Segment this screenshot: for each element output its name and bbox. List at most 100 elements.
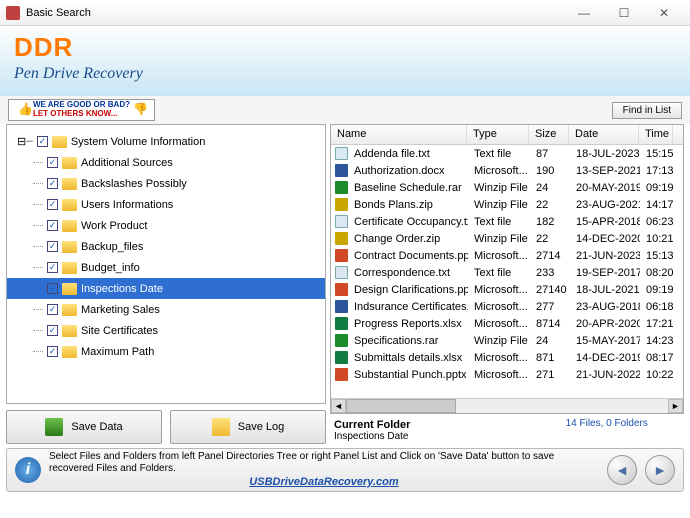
close-button[interactable]: ✕	[644, 3, 684, 23]
find-in-list-button[interactable]: Find in List	[612, 102, 682, 119]
header-name[interactable]: Name	[331, 125, 467, 144]
file-list[interactable]: Name Type Size Date Time Addenda file.tx…	[330, 124, 684, 414]
file-date: 18-JUL-2023	[570, 148, 640, 160]
file-type-icon	[335, 232, 348, 245]
folder-tree[interactable]: ⊟┈ ✓ System Volume Information ✓Addition…	[6, 124, 326, 404]
horizontal-scrollbar[interactable]: ◄ ►	[331, 398, 683, 413]
file-time: 08:17	[640, 352, 674, 364]
file-date: 19-SEP-2017	[570, 267, 640, 279]
tree-node[interactable]: ✓Budget_info	[7, 257, 325, 278]
file-row[interactable]: Indsurance Certificates.d...Microsoft...…	[331, 298, 683, 315]
current-folder-panel: Current Folder Inspections Date	[330, 417, 523, 444]
tree-node[interactable]: ✓ Marketing Sales	[7, 299, 325, 320]
file-time: 15:13	[640, 250, 674, 262]
checkbox-icon[interactable]: ✓	[47, 325, 58, 336]
minimize-button[interactable]: —	[564, 3, 604, 23]
file-name: Indsurance Certificates.d...	[348, 301, 468, 313]
tree-node-label: Marketing Sales	[81, 304, 160, 316]
save-log-button[interactable]: Save Log	[170, 410, 326, 444]
file-row[interactable]: Addenda file.txtText file8718-JUL-202315…	[331, 145, 683, 162]
file-name: Authorization.docx	[348, 165, 468, 177]
checkbox-icon[interactable]: ✓	[47, 178, 58, 189]
file-size: 182	[530, 216, 570, 228]
file-date: 14-DEC-2019	[570, 352, 640, 364]
file-row[interactable]: Design Clarifications.pptxMicrosoft...27…	[331, 281, 683, 298]
file-type-icon	[335, 317, 348, 330]
file-type: Winzip File	[468, 233, 530, 245]
checkbox-icon[interactable]: ✓	[47, 346, 58, 357]
checkbox-icon[interactable]: ✓	[47, 199, 58, 210]
file-row[interactable]: Submittals details.xlsxMicrosoft...87114…	[331, 349, 683, 366]
file-size: 24	[530, 182, 570, 194]
file-row[interactable]: Authorization.docxMicrosoft...19013-SEP-…	[331, 162, 683, 179]
file-date: 14-DEC-2020	[570, 233, 640, 245]
file-size: 22	[530, 199, 570, 211]
header-type[interactable]: Type	[467, 125, 529, 144]
scroll-left-icon[interactable]: ◄	[331, 399, 346, 413]
scroll-right-icon[interactable]: ►	[668, 399, 683, 413]
tree-node[interactable]: ✓Users Informations	[7, 194, 325, 215]
maximize-button[interactable]: ☐	[604, 3, 644, 23]
checkbox-icon[interactable]: ✓	[47, 157, 58, 168]
footer-url[interactable]: USBDriveDataRecovery.com	[249, 476, 398, 488]
file-date: 20-APR-2020	[570, 318, 640, 330]
tree-root-node[interactable]: ⊟┈ ✓ System Volume Information	[7, 131, 325, 152]
file-time: 14:17	[640, 199, 674, 211]
file-row[interactable]: Certificate Occupancy.txtText file18215-…	[331, 213, 683, 230]
nav-forward-button[interactable]: ►	[645, 455, 675, 485]
file-time: 14:23	[640, 335, 674, 347]
column-headers[interactable]: Name Type Size Date Time	[331, 125, 683, 145]
tree-node[interactable]: ✓Backslashes Possibly	[7, 173, 325, 194]
tree-node[interactable]: ✓Work Product	[7, 215, 325, 236]
header-time[interactable]: Time	[639, 125, 673, 144]
file-row[interactable]: Correspondence.txtText file23319-SEP-201…	[331, 264, 683, 281]
file-row[interactable]: Substantial Punch.pptxMicrosoft...27121-…	[331, 366, 683, 383]
nav-back-button[interactable]: ◄	[607, 455, 637, 485]
file-row[interactable]: Baseline Schedule.rarWinzip File2420-MAY…	[331, 179, 683, 196]
checkbox-icon[interactable]: ✓	[47, 241, 58, 252]
file-time: 09:19	[640, 284, 674, 296]
file-name: Baseline Schedule.rar	[348, 182, 468, 194]
scroll-thumb[interactable]	[346, 399, 456, 413]
checkbox-icon[interactable]: ✓	[37, 136, 48, 147]
file-row[interactable]: Change Order.zipWinzip File2214-DEC-2020…	[331, 230, 683, 247]
tree-node[interactable]: ✓Inspections Date	[7, 278, 325, 299]
app-icon	[6, 6, 20, 20]
header-size[interactable]: Size	[529, 125, 569, 144]
folder-icon	[62, 346, 77, 358]
file-time: 17:13	[640, 165, 674, 177]
feedback-link[interactable]: 👍 WE ARE GOOD OR BAD? LET OTHERS KNOW...…	[8, 99, 155, 121]
header-date[interactable]: Date	[569, 125, 639, 144]
file-size: 271	[530, 369, 570, 381]
save-data-button[interactable]: Save Data	[6, 410, 162, 444]
thumb-up-icon: 👍	[18, 103, 33, 116]
file-name: Progress Reports.xlsx	[348, 318, 468, 330]
file-type: Text file	[468, 148, 530, 160]
file-row[interactable]: Specifications.rarWinzip File2415-MAY-20…	[331, 332, 683, 349]
checkbox-icon[interactable]: ✓	[47, 262, 58, 273]
checkbox-icon[interactable]: ✓	[47, 283, 58, 294]
file-type: Microsoft...	[468, 250, 530, 262]
file-time: 09:19	[640, 182, 674, 194]
file-name: Submittals details.xlsx	[348, 352, 468, 364]
tree-node[interactable]: ✓Backup_files	[7, 236, 325, 257]
folder-icon	[62, 241, 77, 253]
checkbox-icon[interactable]: ✓	[47, 304, 58, 315]
file-type-icon	[335, 283, 348, 296]
tree-node[interactable]: ✓Maximum Path	[7, 341, 325, 362]
folder-icon	[62, 283, 77, 295]
checkbox-icon[interactable]: ✓	[47, 220, 58, 231]
folder-icon	[62, 220, 77, 232]
tree-node[interactable]: ✓Site Certificates	[7, 320, 325, 341]
tree-node[interactable]: ✓Additional Sources	[7, 152, 325, 173]
info-icon: i	[15, 457, 41, 483]
file-size: 233	[530, 267, 570, 279]
file-size: 27140	[530, 284, 570, 296]
file-row[interactable]: Contract Documents.pptxMicrosoft...27142…	[331, 247, 683, 264]
file-name: Design Clarifications.pptx	[348, 284, 468, 296]
file-row[interactable]: Progress Reports.xlsxMicrosoft...871420-…	[331, 315, 683, 332]
file-size: 277	[530, 301, 570, 313]
file-name: Contract Documents.pptx	[348, 250, 468, 262]
file-row[interactable]: Bonds Plans.zipWinzip File2223-AUG-20211…	[331, 196, 683, 213]
file-type: Microsoft...	[468, 165, 530, 177]
